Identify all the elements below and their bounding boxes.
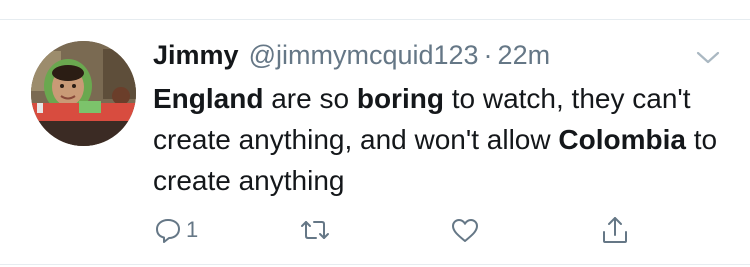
share-icon — [603, 217, 627, 243]
separator-dot: · — [483, 40, 493, 70]
timestamp[interactable]: 22m — [498, 40, 551, 71]
display-name[interactable]: Jimmy — [153, 40, 239, 71]
like-button[interactable] — [449, 210, 481, 250]
tweet-text: England are so boring to watch, they can… — [153, 78, 723, 201]
text-segment: England — [153, 83, 264, 114]
share-button[interactable] — [599, 210, 631, 250]
reply-button[interactable]: 1 — [153, 210, 198, 250]
text-segment: boring — [356, 83, 444, 114]
more-options-chevron-icon[interactable] — [694, 48, 722, 68]
avatar-photo — [31, 41, 136, 146]
reply-icon — [156, 219, 180, 243]
heart-icon — [452, 219, 478, 242]
reply-count: 1 — [186, 217, 199, 242]
retweet-button[interactable] — [298, 210, 332, 250]
top-divider — [0, 19, 750, 20]
bottom-divider — [0, 264, 750, 265]
tweet-actions: 1 — [153, 210, 653, 250]
text-segment: are so — [263, 83, 357, 114]
tweet-header: Jimmy @jimmymcquid123 · 22m — [153, 40, 550, 74]
avatar[interactable] — [31, 41, 136, 146]
retweet-icon — [301, 221, 329, 239]
text-segment: Colombia — [558, 124, 686, 155]
user-handle[interactable]: @jimmymcquid123 — [249, 40, 479, 71]
